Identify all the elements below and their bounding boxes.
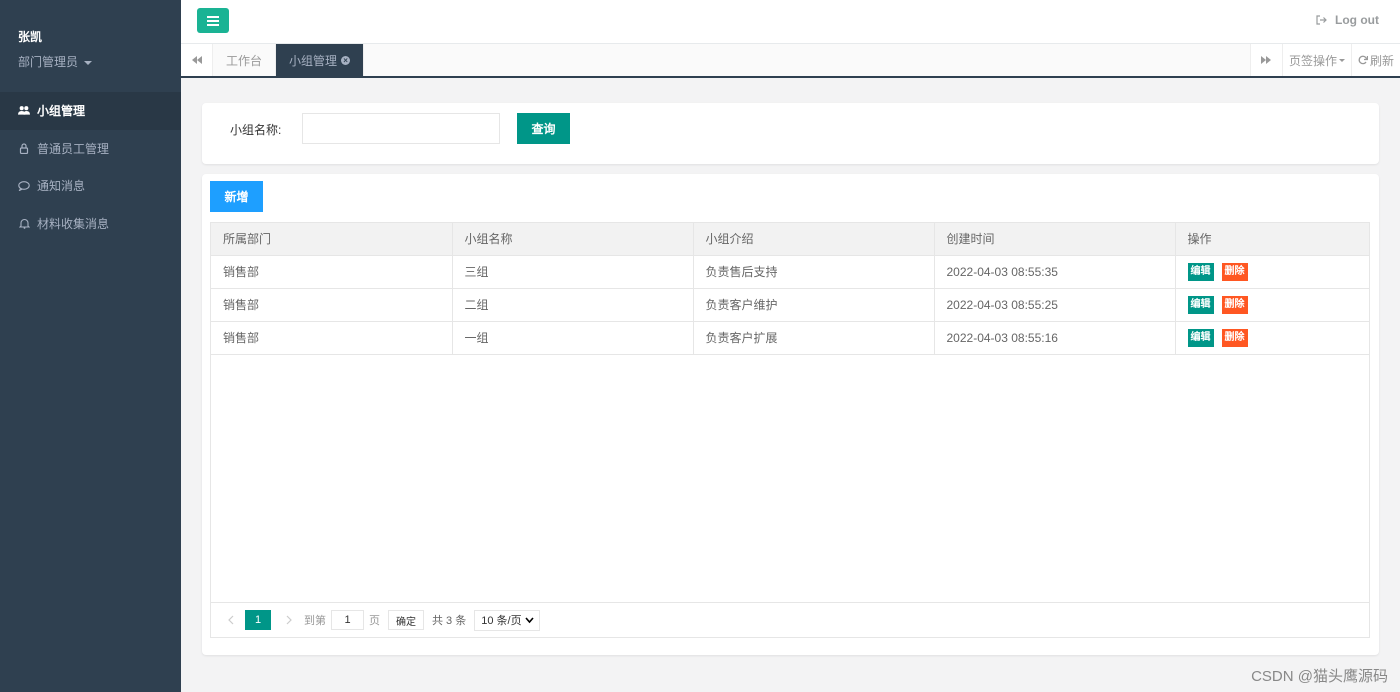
tab-label: 工作台 bbox=[226, 53, 263, 68]
chevron-right-icon bbox=[286, 615, 292, 625]
sidebar-item-notifications[interactable]: 通知消息 bbox=[0, 167, 181, 205]
refresh-label: 刷新 bbox=[1369, 53, 1394, 68]
tab-list: 工作台 小组管理 × bbox=[213, 44, 365, 76]
cell-created-time: 2022-04-03 08:55:25 bbox=[934, 288, 1176, 322]
logout-button[interactable]: Log out bbox=[1316, 13, 1379, 27]
cell-actions: 编辑 删除 bbox=[1175, 255, 1369, 289]
sidebar-item-employee-management[interactable]: 普通员工管理 bbox=[0, 130, 181, 168]
column-header-actions: 操作 bbox=[1175, 223, 1369, 256]
cell-created-time: 2022-04-03 08:55:16 bbox=[934, 321, 1176, 355]
column-header-created-time[interactable]: 创建时间 bbox=[934, 223, 1176, 256]
user-role-dropdown[interactable]: 部门管理员 bbox=[18, 53, 181, 70]
user-icon bbox=[18, 142, 30, 154]
total-count: 共 3 条 bbox=[432, 615, 467, 627]
tab-group-management[interactable]: 小组管理 × bbox=[276, 44, 365, 76]
cell-department: 销售部 bbox=[211, 288, 453, 322]
close-icon[interactable]: × bbox=[341, 55, 351, 65]
tab-operations-label: 页签操作 bbox=[1288, 53, 1337, 68]
cell-actions: 编辑 删除 bbox=[1175, 288, 1369, 322]
page-size-value: 10 条/页 bbox=[481, 615, 522, 627]
delete-button[interactable]: 删除 bbox=[1221, 262, 1248, 281]
page-size-select[interactable]: 10 条/页 bbox=[474, 609, 541, 631]
sidebar-item-label: 小组管理 bbox=[37, 104, 86, 119]
query-button[interactable]: 查询 bbox=[517, 113, 570, 144]
sidebar: 张凯 部门管理员 小组管理 普通员工管理 通知消息 材料收集消息 bbox=[0, 0, 181, 692]
prev-page-button[interactable] bbox=[221, 610, 241, 630]
pagination: 1 到第 页 确定 共 3 条 10 条/页 bbox=[211, 602, 1369, 637]
group-name-input[interactable] bbox=[302, 113, 500, 144]
tab-dashboard[interactable]: 工作台 bbox=[213, 44, 277, 76]
group-name-label: 小组名称: bbox=[230, 123, 282, 137]
cell-group-name: 二组 bbox=[452, 288, 694, 322]
tabs-right-tools: 页签操作 刷新 bbox=[1249, 44, 1400, 76]
caret-down-icon bbox=[1338, 58, 1345, 62]
tabs-scroll-right-button[interactable] bbox=[1249, 44, 1282, 76]
watermark: CSDN @猫头鹰源码 bbox=[1251, 668, 1388, 685]
hamburger-icon bbox=[207, 15, 219, 26]
cell-department: 销售部 bbox=[211, 321, 453, 355]
sidebar-item-label: 通知消息 bbox=[37, 179, 86, 194]
cell-group-name: 三组 bbox=[452, 255, 694, 289]
page-unit-label: 页 bbox=[369, 615, 380, 627]
column-header-group-name[interactable]: 小组名称 bbox=[452, 223, 694, 256]
cell-group-name: 一组 bbox=[452, 321, 694, 355]
table-panel: 新增 所属部门 小组名称 小组介绍 创建时间 操作 销售部 三组 负责售后支持 bbox=[202, 174, 1379, 655]
comment-icon bbox=[18, 180, 30, 192]
goto-label: 到第 bbox=[304, 615, 326, 627]
table-row: 销售部 二组 负责客户维护 2022-04-03 08:55:25 编辑 删除 bbox=[211, 288, 1369, 322]
data-table: 所属部门 小组名称 小组介绍 创建时间 操作 销售部 三组 负责售后支持 202… bbox=[210, 222, 1370, 638]
cell-department: 销售部 bbox=[211, 255, 453, 289]
cell-description: 负责客户扩展 bbox=[693, 321, 935, 355]
tab-operations-dropdown[interactable]: 页签操作 bbox=[1281, 44, 1351, 76]
edit-button[interactable]: 编辑 bbox=[1187, 262, 1214, 281]
page-number-current[interactable]: 1 bbox=[245, 610, 271, 630]
forward-icon bbox=[1261, 56, 1272, 64]
goto-confirm-button[interactable]: 确定 bbox=[388, 610, 424, 630]
user-role-label: 部门管理员 bbox=[18, 55, 79, 69]
chevron-down-icon bbox=[525, 616, 534, 623]
user-name: 张凯 bbox=[18, 30, 43, 44]
tab-label: 小组管理 bbox=[289, 53, 338, 68]
table-row: 销售部 一组 负责客户扩展 2022-04-03 08:55:16 编辑 删除 bbox=[211, 321, 1369, 355]
logout-label: Log out bbox=[1335, 13, 1379, 27]
table-row: 销售部 三组 负责售后支持 2022-04-03 08:55:35 编辑 删除 bbox=[211, 255, 1369, 289]
backward-icon bbox=[191, 56, 202, 64]
sidebar-item-label: 普通员工管理 bbox=[37, 141, 110, 156]
caret-down-icon bbox=[84, 60, 93, 65]
cell-actions: 编辑 删除 bbox=[1175, 321, 1369, 355]
add-button[interactable]: 新增 bbox=[210, 181, 263, 212]
bell-icon bbox=[18, 217, 30, 229]
column-header-department[interactable]: 所属部门 bbox=[211, 223, 453, 256]
sidebar-item-group-management[interactable]: 小组管理 bbox=[0, 92, 181, 130]
menu-toggle-button[interactable] bbox=[197, 8, 229, 33]
tabs-scroll-left-button[interactable] bbox=[181, 44, 213, 76]
delete-button[interactable]: 删除 bbox=[1221, 295, 1248, 314]
next-page-button[interactable] bbox=[279, 610, 299, 630]
user-profile: 张凯 部门管理员 bbox=[0, 0, 181, 92]
sidebar-item-label: 材料收集消息 bbox=[37, 216, 110, 231]
users-icon bbox=[18, 105, 30, 117]
chevron-left-icon bbox=[228, 615, 234, 625]
cell-description: 负责售后支持 bbox=[693, 255, 935, 289]
tabs-bar: 工作台 小组管理 × 页签操作 刷新 bbox=[181, 44, 1400, 78]
delete-button[interactable]: 删除 bbox=[1221, 328, 1248, 347]
search-panel: 小组名称: 查询 bbox=[202, 103, 1379, 164]
refresh-icon bbox=[1358, 55, 1368, 65]
cell-description: 负责客户维护 bbox=[693, 288, 935, 322]
goto-page-input[interactable] bbox=[331, 610, 364, 630]
edit-button[interactable]: 编辑 bbox=[1187, 328, 1214, 347]
cell-created-time: 2022-04-03 08:55:35 bbox=[934, 255, 1176, 289]
sign-out-icon bbox=[1316, 15, 1327, 25]
table-header-row: 所属部门 小组名称 小组介绍 创建时间 操作 bbox=[211, 223, 1369, 256]
column-header-description[interactable]: 小组介绍 bbox=[693, 223, 935, 256]
edit-button[interactable]: 编辑 bbox=[1187, 295, 1214, 314]
top-navbar: Log out bbox=[181, 0, 1400, 44]
refresh-button[interactable]: 刷新 bbox=[1350, 44, 1400, 76]
sidebar-item-material-collection[interactable]: 材料收集消息 bbox=[0, 205, 181, 243]
